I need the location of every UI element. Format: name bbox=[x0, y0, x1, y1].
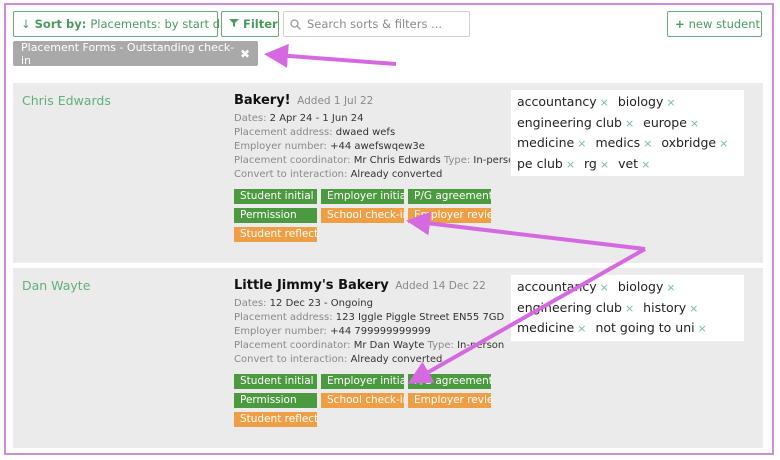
student-name[interactable]: Chris Edwards bbox=[22, 93, 111, 108]
tag-item: oxbridge × bbox=[661, 135, 729, 150]
sort-prefix: Sort by: bbox=[34, 17, 87, 31]
remove-tag-icon[interactable]: × bbox=[690, 117, 699, 130]
student-name[interactable]: Dan Wayte bbox=[22, 278, 90, 293]
tag-item: medicine × bbox=[517, 320, 587, 335]
convert-row: Convert to interaction: Already converte… bbox=[234, 354, 443, 365]
remove-tag-icon[interactable]: × bbox=[625, 117, 634, 130]
tag-item: accountancy × bbox=[517, 94, 609, 109]
remove-tag-icon[interactable]: × bbox=[666, 281, 675, 294]
form-employer-review[interactable]: Employer review bbox=[408, 208, 491, 223]
tag-item: medicine × bbox=[517, 135, 587, 150]
form-student-initial[interactable]: Student initial bbox=[234, 189, 317, 204]
search-icon bbox=[290, 15, 301, 34]
close-icon[interactable]: ✖ bbox=[240, 47, 250, 61]
tag-item: not going to uni × bbox=[595, 320, 707, 335]
new-student-button[interactable]: + new student bbox=[667, 11, 762, 37]
tag-item: biology × bbox=[617, 279, 676, 294]
remove-tag-icon[interactable]: × bbox=[643, 137, 652, 150]
sort-button[interactable]: ↓ Sort by: Placements: by start date bbox=[13, 11, 239, 37]
form-employer-review[interactable]: Employer review bbox=[408, 393, 491, 408]
remove-tag-icon[interactable]: × bbox=[577, 137, 586, 150]
form-permission[interactable]: Permission bbox=[234, 393, 317, 408]
student-tags: accountancy × biology × engineering club × … bbox=[511, 275, 744, 341]
remove-tag-icon[interactable]: × bbox=[600, 281, 609, 294]
address-row: Placement address: 123 Iggle Piggle Stre… bbox=[234, 312, 505, 323]
coordinator-row: Placement coordinator: Mr Dan Wayte Type… bbox=[234, 340, 505, 351]
remove-tag-icon[interactable]: × bbox=[625, 302, 634, 315]
tag-item: pe club × bbox=[517, 155, 576, 171]
remove-tag-icon[interactable]: × bbox=[577, 322, 586, 335]
remove-tag-icon[interactable]: × bbox=[600, 158, 609, 171]
tag-item: vet × bbox=[618, 155, 651, 171]
tag-item: history × bbox=[643, 299, 699, 315]
active-filter-chip: Placement Forms - Outstanding check-in ✖ bbox=[13, 40, 258, 67]
remove-tag-icon[interactable]: × bbox=[641, 158, 650, 171]
form-student-initial[interactable]: Student initial bbox=[234, 374, 317, 389]
form-school-check-in[interactable]: School check-in bbox=[321, 208, 404, 223]
added-date: Added 1 Jul 22 bbox=[297, 95, 374, 107]
sort-value: Placements: by start date bbox=[90, 17, 239, 31]
tag-item: rg × bbox=[584, 155, 610, 171]
form-permission[interactable]: Permission bbox=[234, 208, 317, 223]
tag-item: europe × bbox=[643, 114, 700, 130]
form-school-check-in[interactable]: School check-in bbox=[321, 393, 404, 408]
placement-title: Little Jimmy's Bakery Added 14 Dec 22 bbox=[234, 278, 486, 293]
active-filter-label: Placement Forms - Outstanding check-in bbox=[21, 40, 235, 67]
added-date: Added 14 Dec 22 bbox=[395, 280, 486, 292]
remove-tag-icon[interactable]: × bbox=[600, 96, 609, 109]
down-arrow-icon: ↓ bbox=[21, 17, 31, 31]
address-row: Placement address: dwaed wefs bbox=[234, 127, 396, 138]
tag-item: accountancy × bbox=[517, 279, 609, 294]
dates-row: Dates: 12 Dec 23 - Ongoing bbox=[234, 298, 373, 309]
tag-item: biology × bbox=[617, 94, 676, 109]
coordinator-row: Placement coordinator: Mr Chris Edwards … bbox=[234, 155, 510, 166]
form-student-reflection[interactable]: Student reflection bbox=[234, 412, 317, 427]
tag-item: engineering club × bbox=[517, 299, 635, 315]
convert-row: Convert to interaction: Already converte… bbox=[234, 169, 443, 180]
remove-tag-icon[interactable]: × bbox=[689, 302, 698, 315]
employer-number-row: Employer number: +44 799999999999 bbox=[234, 326, 431, 337]
search-box[interactable] bbox=[283, 11, 470, 37]
form-pg-agreement[interactable]: P/G agreement bbox=[408, 374, 491, 389]
employer-name[interactable]: Little Jimmy's Bakery bbox=[234, 278, 389, 293]
dates-row: Dates: 2 Apr 24 - 1 Jun 24 bbox=[234, 113, 364, 124]
filter-button[interactable]: Filter bbox=[221, 11, 279, 37]
window-frame: ↓ Sort by: Placements: by start date Fil… bbox=[4, 3, 774, 455]
form-employer-initial[interactable]: Employer initial bbox=[321, 374, 404, 389]
placement-title: Bakery! Added 1 Jul 22 bbox=[234, 93, 373, 108]
remove-tag-icon[interactable]: × bbox=[666, 96, 675, 109]
student-tags: accountancy × biology × engineering club × … bbox=[511, 90, 744, 176]
tag-item: engineering club × bbox=[517, 114, 635, 130]
placement-card: Dan Wayte Little Jimmy's Bakery Added 14… bbox=[13, 268, 763, 448]
placement-card: Chris Edwards Bakery! Added 1 Jul 22 Dat… bbox=[13, 83, 763, 263]
remove-tag-icon[interactable]: × bbox=[566, 158, 575, 171]
tag-item: medics × bbox=[595, 135, 653, 150]
remove-tag-icon[interactable]: × bbox=[719, 137, 728, 150]
form-employer-initial[interactable]: Employer initial bbox=[321, 189, 404, 204]
funnel-icon bbox=[229, 17, 239, 31]
employer-number-row: Employer number: +44 awefswqew3e bbox=[234, 141, 425, 152]
remove-tag-icon[interactable]: × bbox=[698, 322, 707, 335]
plus-icon: + bbox=[675, 17, 685, 31]
new-student-label: new student bbox=[688, 17, 761, 31]
form-student-reflection[interactable]: Student reflection bbox=[234, 227, 317, 242]
search-input[interactable] bbox=[307, 17, 457, 31]
form-pg-agreement[interactable]: P/G agreement bbox=[408, 189, 491, 204]
filter-label: Filter bbox=[243, 17, 278, 31]
employer-name[interactable]: Bakery! bbox=[234, 93, 291, 108]
